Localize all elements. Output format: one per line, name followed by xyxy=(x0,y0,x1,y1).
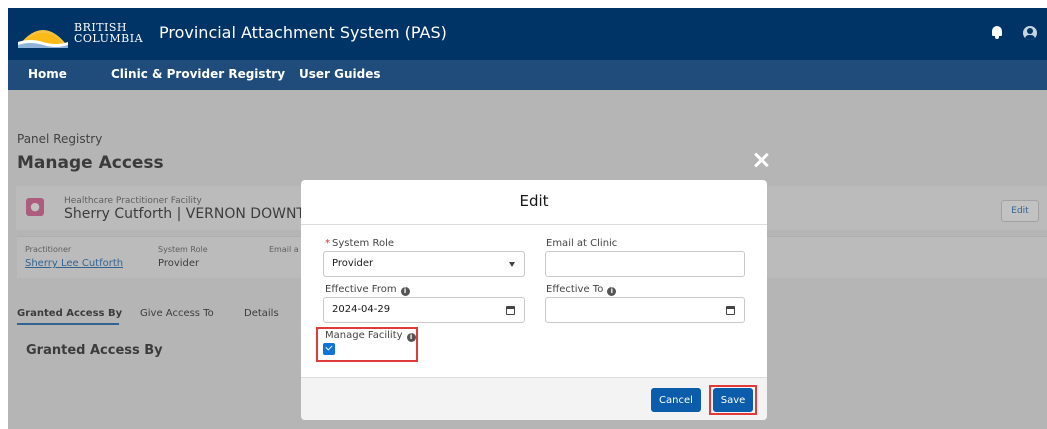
email-at-clinic-input[interactable] xyxy=(545,251,745,277)
system-role-selected: Provider xyxy=(332,258,374,269)
bc-logo[interactable]: BRITISH COLUMBIA xyxy=(18,18,148,50)
nav-item-home[interactable]: Home xyxy=(28,67,67,81)
highlight-box-manage-facility xyxy=(316,327,418,362)
cancel-button[interactable]: Cancel xyxy=(651,388,701,412)
effective-to-input[interactable] xyxy=(545,297,745,323)
chevron-down-icon xyxy=(509,262,515,267)
calendar-icon[interactable] xyxy=(726,306,735,315)
info-icon[interactable]: i xyxy=(400,287,410,296)
system-role-label-text: System Role xyxy=(332,238,395,249)
close-icon[interactable] xyxy=(752,151,770,169)
system-role-select[interactable]: Provider xyxy=(323,251,525,277)
effective-from-label-text: Effective From xyxy=(325,284,397,295)
user-icon[interactable] xyxy=(1023,26,1037,40)
logo-line-2: COLUMBIA xyxy=(74,32,144,45)
modal-title: Edit xyxy=(301,180,767,225)
app-title: Provincial Attachment System (PAS) xyxy=(159,23,447,42)
main-nav: Home Clinic & Provider Registry User Gui… xyxy=(8,60,1047,90)
system-role-field-label: * System Role xyxy=(325,238,394,249)
effective-from-input[interactable]: 2024-04-29 xyxy=(323,297,525,323)
top-header: BRITISH COLUMBIA Provincial Attachment S… xyxy=(8,8,1047,60)
effective-from-value: 2024-04-29 xyxy=(332,304,391,315)
calendar-icon[interactable] xyxy=(506,306,515,315)
effective-to-field-label: Effective To i xyxy=(546,284,617,296)
required-marker: * xyxy=(325,238,330,249)
effective-to-label-text: Effective To xyxy=(546,284,604,295)
effective-from-field-label: Effective From i xyxy=(325,284,410,296)
nav-item-clinic-provider-registry[interactable]: Clinic & Provider Registry xyxy=(111,67,285,81)
bc-sun-logo-icon xyxy=(18,30,68,48)
highlight-box-save xyxy=(709,385,757,415)
nav-item-user-guides[interactable]: User Guides xyxy=(299,67,381,81)
logo-text: BRITISH COLUMBIA xyxy=(74,22,143,44)
email-at-clinic-label: Email at Clinic xyxy=(546,238,618,249)
edit-modal: Edit * System Role Provider Email at Clin… xyxy=(301,180,767,420)
header-actions xyxy=(991,26,1037,40)
bell-icon[interactable] xyxy=(991,26,1003,40)
info-icon[interactable]: i xyxy=(607,287,617,296)
